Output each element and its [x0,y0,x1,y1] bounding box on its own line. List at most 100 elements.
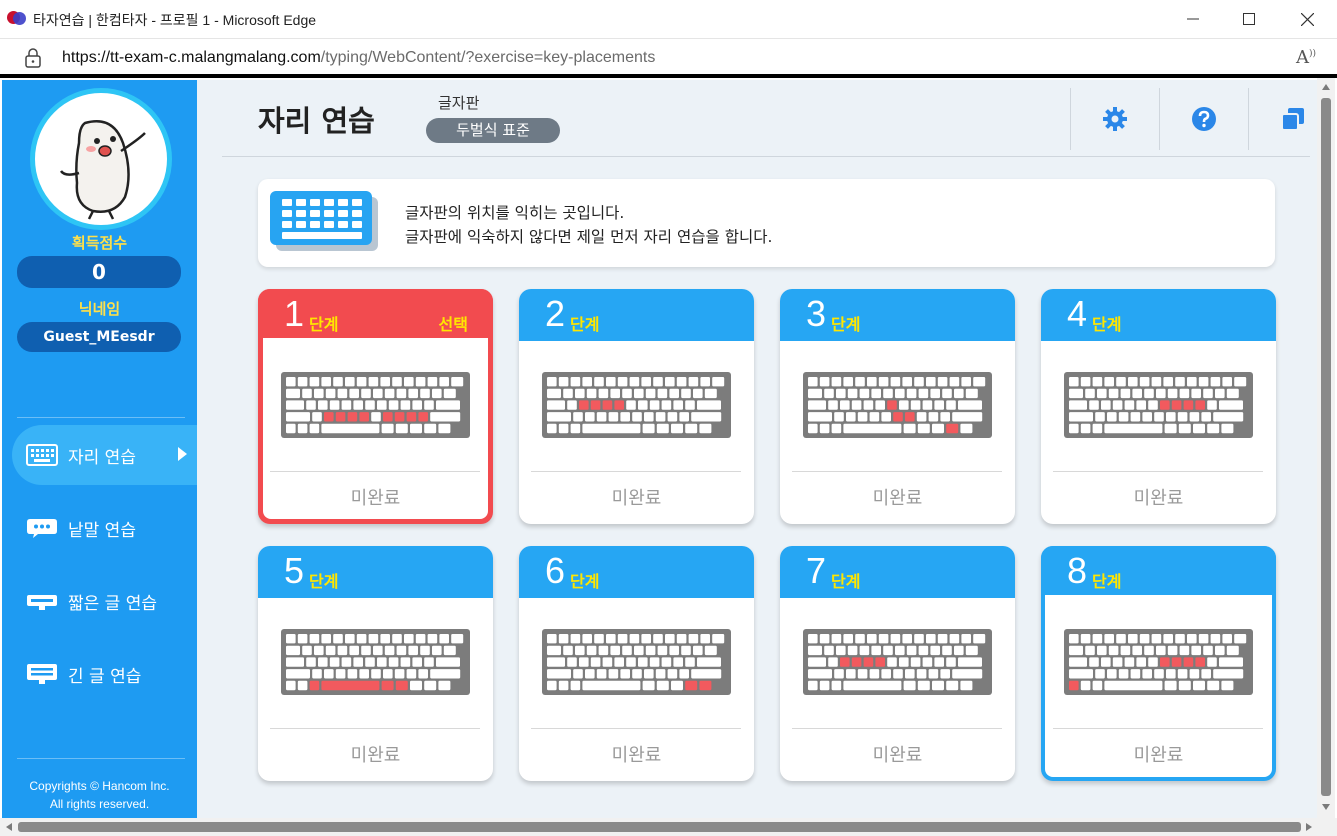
key [843,680,902,691]
maximize-button[interactable] [1220,0,1278,38]
key [306,657,316,667]
key [309,634,320,644]
key [388,657,399,667]
key [1213,669,1244,679]
address-bar[interactable]: https://tt-exam-c.malangmalang.com/typin… [0,38,1337,76]
help-button[interactable] [1184,104,1224,134]
key [324,669,334,679]
key [558,377,569,387]
stage-card-1[interactable]: 1 단계 선택 미완료 [258,289,493,524]
key [1178,423,1191,434]
stage-card-4[interactable]: 4 단계 미완료 [1041,289,1276,524]
key [1154,412,1164,422]
key [436,657,460,667]
stage-card-6[interactable]: 6 단계 미완료 [519,546,754,781]
minimize-button[interactable] [1164,0,1222,38]
scroll-left-icon[interactable] [6,823,12,831]
stage-card-3[interactable]: 3 단계 미완료 [780,289,1015,524]
stage-number: 6 [545,550,566,591]
highlighted-key [335,412,346,422]
key [1116,634,1126,644]
window-mode-button[interactable] [1273,104,1313,134]
keyboard-diagram-icon [542,629,731,695]
stage-card-8[interactable]: 8 단계 미완료 [1041,546,1276,781]
key [899,657,909,667]
speech-bubble-icon [26,517,58,539]
stage-card-7[interactable]: 7 단계 미완료 [780,546,1015,781]
key [590,657,601,667]
key [843,377,853,387]
key [961,634,971,644]
keyboard-layout-select[interactable]: 두벌식 표준 [426,118,560,143]
highlighted-key [1171,400,1182,410]
key [359,669,369,679]
vertical-scrollbar[interactable] [1317,78,1335,818]
horizontal-scrollbar[interactable] [0,818,1337,836]
key [573,412,583,422]
key [286,377,296,387]
key [671,423,683,434]
key [570,680,581,691]
key [1080,680,1091,691]
key [634,645,644,656]
nav-item-key-placement[interactable]: 자리 연습 [12,425,197,485]
key [368,634,379,644]
nav-item-long-text[interactable]: 긴 글 연습 [12,644,197,704]
key [1210,634,1221,644]
key [1085,388,1095,399]
key [412,400,422,410]
key [665,634,675,644]
key [857,412,868,422]
key [1151,377,1162,387]
key [1221,423,1234,434]
main-content: 자리 연습 글자판 두벌식 표준 글자판의 위치를 익히는 곳입니다. 글자판에… [197,80,1317,818]
stage-card-divider [531,471,741,472]
character-avatar-icon [59,120,146,220]
key [1234,634,1247,644]
close-button[interactable] [1278,0,1336,38]
url-text[interactable]: https://tt-exam-c.malangmalang.com/typin… [62,49,655,67]
vertical-scroll-thumb[interactable] [1321,98,1331,796]
key [1139,377,1150,387]
key [808,400,826,410]
key [831,634,842,644]
key [1144,645,1154,656]
stage-card-2[interactable]: 2 단계 미완료 [519,289,754,524]
nav-label: 짧은 글 연습 [68,593,158,614]
key [400,400,411,410]
key [297,423,308,434]
key [899,400,909,410]
key [903,680,916,691]
key [681,388,691,399]
stage-card-5[interactable]: 5 단계 미완료 [258,546,493,781]
key [353,400,363,410]
key [1222,377,1232,387]
highlighted-key [359,412,369,422]
horizontal-scroll-thumb[interactable] [18,822,1301,832]
key [439,377,449,387]
settings-button[interactable] [1095,104,1135,134]
key [681,645,691,656]
key [547,634,557,644]
key [661,657,672,667]
scroll-right-icon[interactable] [1306,823,1312,831]
key [365,657,375,667]
stage-card-divider [270,471,480,472]
nav-item-short-text[interactable]: 짧은 글 연습 [12,571,197,631]
key [420,645,430,656]
key [333,377,343,387]
key [396,645,407,656]
key [427,634,438,644]
key [297,680,308,691]
scroll-up-icon[interactable] [1322,84,1330,90]
stage-status: 미완료 [611,745,662,766]
key [608,412,619,422]
scroll-down-icon[interactable] [1322,804,1330,810]
key [325,388,336,399]
key [420,388,430,399]
nav-item-word-practice[interactable]: 낱말 연습 [12,498,197,558]
read-aloud-icon[interactable]: A)) [1296,47,1316,68]
key [371,412,381,422]
key [1203,645,1213,656]
key [1201,669,1211,679]
